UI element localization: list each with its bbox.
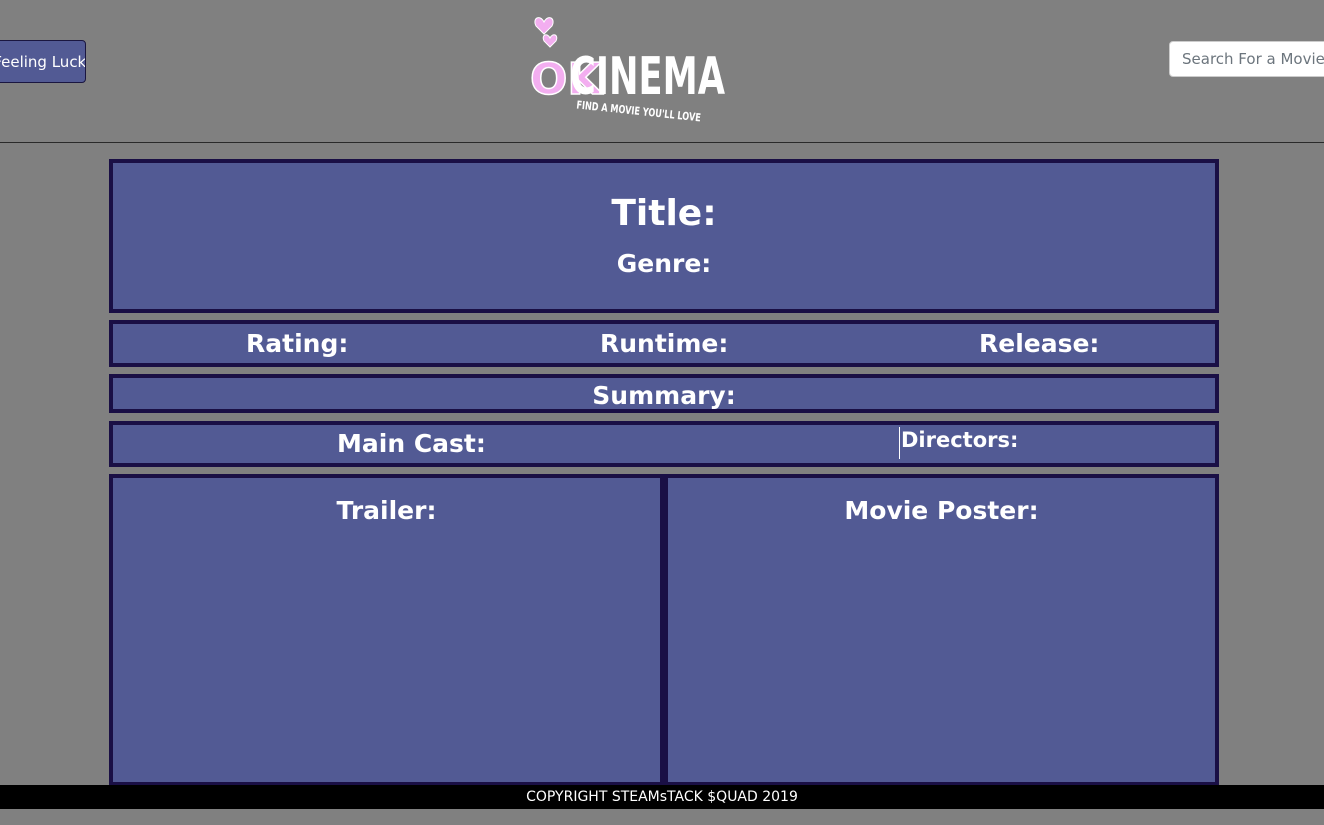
logo-cinema-text: CINEMA [570, 47, 725, 107]
feeling-lucky-button[interactable]: I'm Feeling Lucky! [0, 40, 86, 83]
summary-panel: Summary: [109, 374, 1219, 413]
directors-label: Directors: [901, 428, 1019, 452]
column-divider [899, 427, 900, 459]
summary-label: Summary: [592, 381, 736, 410]
movie-poster-panel: Movie Poster: [664, 474, 1219, 786]
movie-search-input[interactable] [1169, 41, 1324, 77]
title-genre-panel: Title: Genre: [109, 159, 1219, 313]
copyright-text: COPYRIGHT STEAMsTACK $QUAD 2019 [526, 789, 798, 805]
movie-poster-label: Movie Poster: [844, 496, 1039, 525]
title-label: Title: [611, 193, 717, 234]
heart-icon [534, 17, 558, 48]
trailer-panel: Trailer: [109, 474, 664, 786]
genre-label: Genre: [616, 249, 712, 278]
okcinema-logo[interactable]: OK CINEMA FIND A MOVIE YOU'LL LOVE [530, 8, 730, 130]
rating-runtime-release-panel: Rating: Runtime: Release: [109, 320, 1219, 367]
main-cast-label: Main Cast: [337, 429, 486, 458]
trailer-label: Trailer: [336, 496, 437, 525]
site-footer: COPYRIGHT STEAMsTACK $QUAD 2019 [0, 785, 1324, 809]
rating-label: Rating: [246, 329, 349, 358]
release-label: Release: [979, 329, 1100, 358]
cast-directors-panel: Main Cast: Directors: [109, 421, 1219, 467]
runtime-label: Runtime: [600, 329, 729, 358]
site-header: I'm Feeling Lucky! OK CINEMA FIND A MOVI… [0, 0, 1324, 143]
